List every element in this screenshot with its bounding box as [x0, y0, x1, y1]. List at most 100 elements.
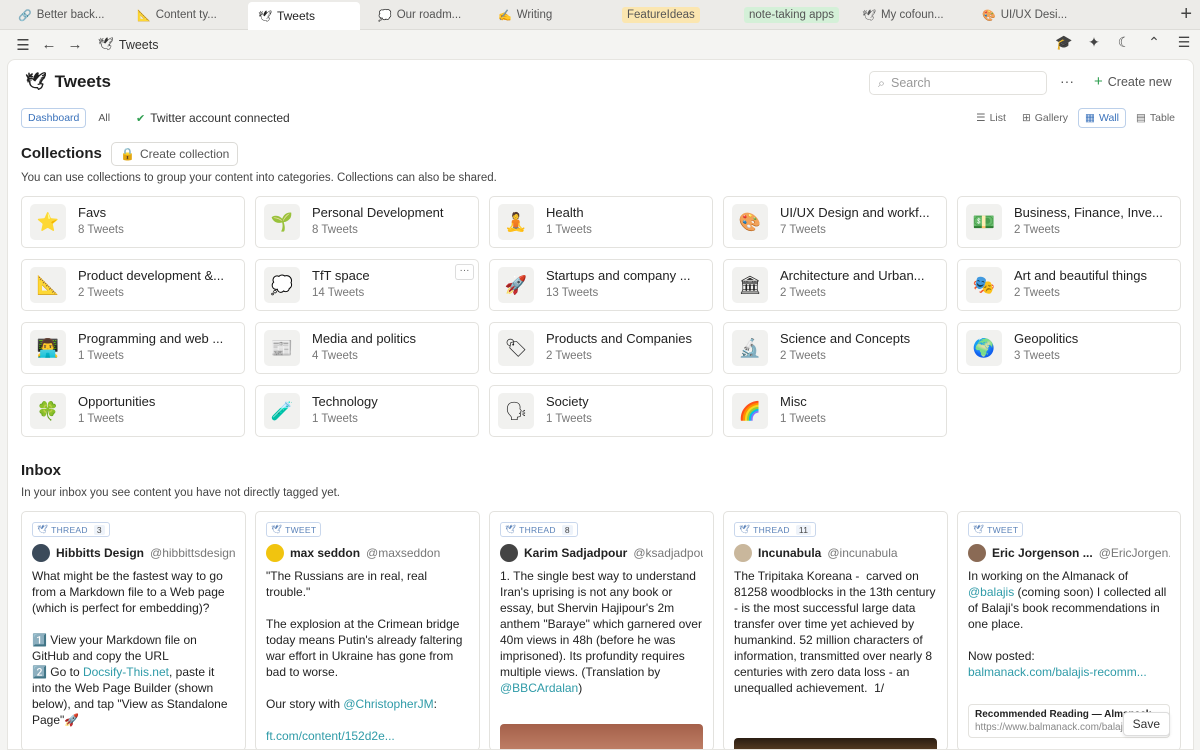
- tab-label: note-taking apps: [744, 7, 840, 23]
- avatar: [734, 544, 752, 562]
- tab-label: Our roadm...: [396, 9, 462, 21]
- tweet-type-badge: 🕊 THREAD 11: [734, 522, 817, 537]
- tweet-link[interactable]: @ChristopherJM: [343, 697, 433, 711]
- tab-8[interactable]: 🎨 UI/UX Desi...: [972, 0, 1092, 30]
- collection-card[interactable]: 🎨 UI/UX Design and workf... 7 Tweets: [723, 196, 947, 248]
- collection-count: 2 Tweets: [546, 350, 592, 362]
- collection-card[interactable]: 💵 Business, Finance, Inve... 2 Tweets: [957, 196, 1181, 248]
- tweet-card[interactable]: 🕊 TWEET max seddon @maxseddon "The Russians …: [255, 511, 480, 749]
- view-table[interactable]: ▤ Table: [1130, 109, 1181, 127]
- collection-card[interactable]: 🚀 Startups and company ... 13 Tweets: [489, 259, 713, 311]
- more-options-button[interactable]: ···: [1060, 73, 1074, 89]
- collection-card[interactable]: 🧘 Health 1 Tweets: [489, 196, 713, 248]
- collection-emoji-icon: 💭: [264, 267, 300, 303]
- breadcrumb[interactable]: 🕊 Tweets: [98, 37, 158, 52]
- sparkle-icon[interactable]: ✦: [1084, 34, 1104, 51]
- filter-dashboard[interactable]: Dashboard: [21, 108, 87, 128]
- collection-card[interactable]: 🌈 Misc 1 Tweets: [723, 385, 947, 437]
- view-gallery[interactable]: ⊞ Gallery: [1016, 109, 1074, 127]
- collection-card[interactable]: 🎭 Art and beautiful things 2 Tweets: [957, 259, 1181, 311]
- tweet-body: "The Russians are in real, real trouble.…: [266, 568, 469, 744]
- bird-icon: 🕊: [271, 524, 283, 534]
- new-tab-icon[interactable]: +: [1180, 3, 1192, 26]
- filter-all[interactable]: All: [92, 109, 116, 127]
- tab-1[interactable]: 📐 Content ty...: [127, 0, 247, 30]
- collection-emoji-icon: 🌈: [732, 393, 768, 429]
- collection-card[interactable]: 🔬 Science and Concepts 2 Tweets: [723, 322, 947, 374]
- wall-view-icon: ▦: [1085, 112, 1095, 124]
- sidebar-toggle-icon[interactable]: ☰: [10, 36, 36, 54]
- graduation-icon[interactable]: 🎓: [1054, 34, 1074, 51]
- tweet-link[interactable]: ft.com/content/152d2e...: [266, 729, 395, 743]
- collection-emoji-icon: 🌱: [264, 204, 300, 240]
- tweet-card[interactable]: 🕊THREAD 8 Karim Sadjadpour @ksadjadpour 1. T…: [489, 511, 714, 749]
- bird-icon: 🕊: [739, 524, 751, 534]
- collection-card[interactable]: 🍀 Opportunities 1 Tweets: [21, 385, 245, 437]
- search-icon: ⌕: [878, 75, 886, 90]
- search-input[interactable]: ⌕ Search: [869, 71, 1047, 95]
- tweet-text: "The Russians are in real, real trouble.…: [266, 569, 463, 711]
- menu-icon[interactable]: ☰: [1174, 34, 1194, 51]
- bird-icon: 🕊: [505, 524, 517, 534]
- collection-card[interactable]: 🧪 Technology 1 Tweets: [255, 385, 479, 437]
- tweet-link[interactable]: @balajis: [968, 585, 1014, 599]
- forward-icon[interactable]: →: [62, 36, 88, 53]
- tab-5[interactable]: FeatureIdeas: [612, 0, 732, 30]
- tweet-card[interactable]: 🕊 THREAD 11 Incunabula @incunabula The Tripit…: [723, 511, 948, 749]
- avatar: [500, 544, 518, 562]
- collection-card[interactable]: 🏛 Architecture and Urban... 2 Tweets: [723, 259, 947, 311]
- collection-count: 2 Tweets: [78, 287, 124, 299]
- tab-6[interactable]: note-taking apps: [734, 0, 854, 30]
- collection-card[interactable]: 🌍 Geopolitics 3 Tweets: [957, 322, 1181, 374]
- collection-emoji-icon: 🗣: [498, 393, 534, 429]
- tweet-type-badge: 🕊 TWEET: [968, 522, 1024, 537]
- save-button[interactable]: Save: [1122, 712, 1170, 736]
- collection-card[interactable]: 📰 Media and politics 4 Tweets: [255, 322, 479, 374]
- tab-2[interactable]: 🕊 Tweets: [248, 2, 360, 30]
- moon-icon[interactable]: ☾: [1114, 34, 1134, 51]
- tab-4[interactable]: ✍ Writing: [488, 0, 608, 30]
- view-wall[interactable]: ▦ Wall: [1078, 108, 1126, 128]
- tab-7[interactable]: 🕊 My cofoun...: [852, 0, 972, 30]
- collection-card[interactable]: 📐 Product development &... 2 Tweets: [21, 259, 245, 311]
- back-icon[interactable]: ←: [36, 36, 62, 53]
- view-list[interactable]: ☰ List: [970, 109, 1012, 127]
- chevrons-up-icon[interactable]: ⌃: [1144, 34, 1164, 51]
- tweet-author: Eric Jorgenson ... @EricJorgen...: [968, 544, 1170, 562]
- create-collection-label: Create collection: [139, 147, 230, 161]
- create-collection-button[interactable]: 🔒 Create collection: [111, 142, 239, 166]
- collection-name: Geopolitics: [1014, 331, 1079, 346]
- collection-card[interactable]: 🌱 Personal Development 8 Tweets: [255, 196, 479, 248]
- collection-name: Startups and company ...: [546, 268, 691, 283]
- tweet-media-image[interactable]: [500, 724, 703, 749]
- tweet-type-label: TWEET: [285, 524, 317, 535]
- list-view-icon: ☰: [976, 112, 986, 124]
- tweet-card[interactable]: 🕊 THREAD 3 Hibbitts Design @hibbittsdesign Wh…: [21, 511, 246, 749]
- tweet-card[interactable]: 🕊TWEET Eric Jorgenson ... @EricJorgen... In…: [957, 511, 1181, 749]
- collection-more-button[interactable]: ···: [455, 264, 474, 280]
- tab-icon: 🔗: [18, 9, 32, 22]
- tweet-media-image[interactable]: [734, 738, 937, 749]
- collection-card[interactable]: 💭 TfT space 14 Tweets ···: [255, 259, 479, 311]
- collection-card[interactable]: 👨‍💻 Programming and web ... 1 Tweets: [21, 322, 245, 374]
- collection-card[interactable]: 🗣 Society 1 Tweets: [489, 385, 713, 437]
- collection-card[interactable]: 🏷 Products and Companies 2 Tweets: [489, 322, 713, 374]
- tab-0[interactable]: 🔗 Better back...: [8, 0, 128, 30]
- author-name: Eric Jorgenson ...: [992, 546, 1093, 560]
- tab-label: UI/UX Desi...: [1000, 9, 1068, 21]
- tweet-link[interactable]: Docsify-This.net: [83, 665, 169, 679]
- author-handle: @EricJorgen...: [1098, 546, 1170, 560]
- create-new-button[interactable]: + Create new: [1094, 74, 1172, 89]
- tweet-link[interactable]: @BBCArdalan: [500, 681, 578, 695]
- collection-count: 1 Tweets: [78, 413, 124, 425]
- tab-3[interactable]: 💭 Our roadm...: [368, 0, 488, 30]
- author-handle: @hibbittsdesign: [150, 546, 235, 560]
- tweet-link[interactable]: balmanack.com/balajis-recomm...: [968, 665, 1147, 679]
- nav-actions: 🎓 ✦ ☾ ⌃ ☰: [1054, 34, 1194, 51]
- collection-emoji-icon: 🌍: [966, 330, 1002, 366]
- tab-icon: 🕊: [862, 9, 876, 22]
- collection-name: Technology: [312, 394, 378, 409]
- collection-name: Misc: [780, 394, 807, 409]
- inbox-title: Inbox: [21, 462, 61, 479]
- collection-card[interactable]: ⭐ Favs 8 Tweets: [21, 196, 245, 248]
